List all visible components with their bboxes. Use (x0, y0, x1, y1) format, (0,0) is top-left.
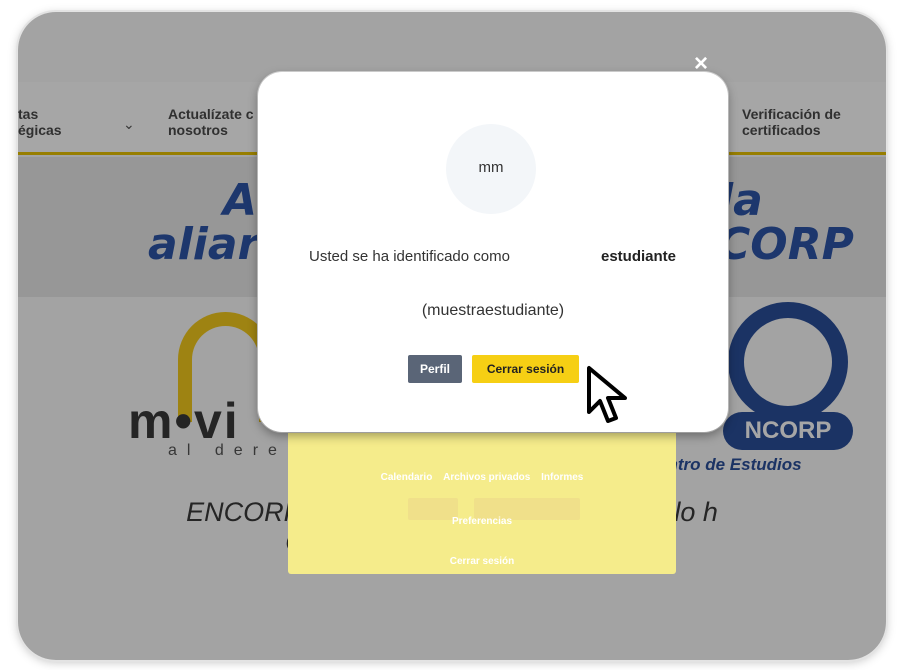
dropdown-links: Calendario Archivos privados Informes (288, 472, 676, 483)
login-info-modal: mm Usted se ha identificado como estudia… (258, 72, 728, 432)
username-text: (muestraestudiante) (421, 302, 565, 319)
dropdown-link-archivos[interactable]: Archivos privados (443, 472, 530, 483)
avatar: mm (446, 124, 536, 214)
dropdown-link-informes[interactable]: Informes (541, 472, 583, 483)
dropdown-link-calendario[interactable]: Calendario (381, 472, 433, 483)
identified-as-text: Usted se ha identificado como (309, 248, 510, 265)
dropdown-link-cerrar-sesion[interactable]: Cerrar sesión (288, 556, 676, 567)
avatar-initials: mm (478, 159, 504, 176)
profile-button[interactable]: Perfil (408, 355, 462, 383)
user-dropdown-menu: Calendario Archivos privados Informes Pr… (288, 430, 676, 574)
dropdown-link-preferencias[interactable]: Preferencias (288, 516, 676, 527)
user-role: estudiante (601, 248, 677, 265)
browser-frame: tas égicas ⌄ Actualízate c nosotros Veri… (18, 12, 886, 660)
mouse-pointer-icon (587, 366, 627, 423)
close-icon[interactable]: × (694, 50, 708, 78)
logout-button[interactable]: Cerrar sesión (472, 355, 579, 383)
